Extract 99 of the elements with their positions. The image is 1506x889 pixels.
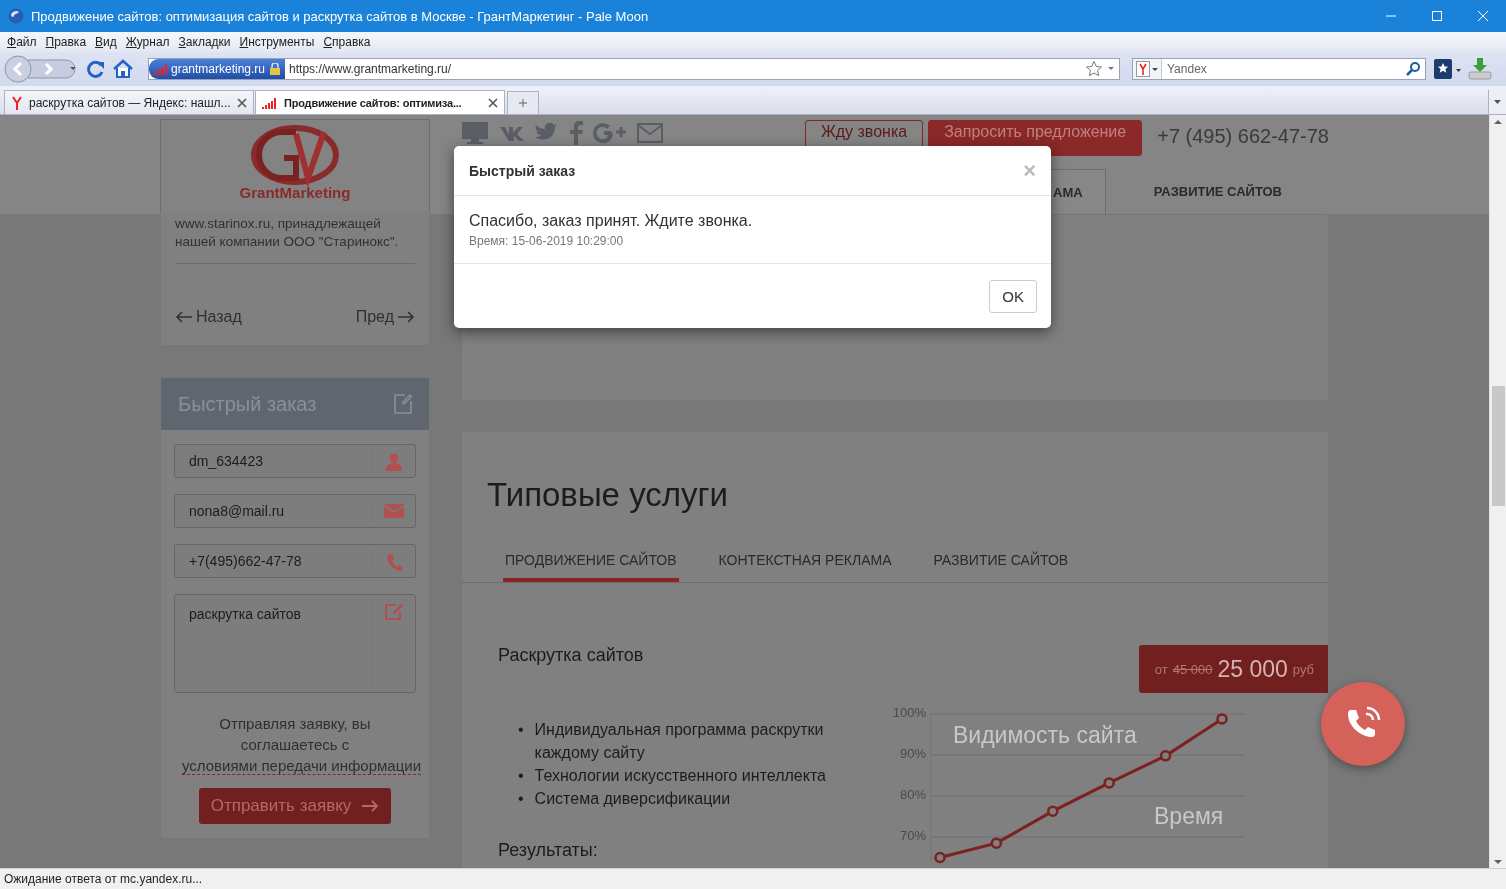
edit-icon [394, 394, 412, 414]
menu-item[interactable]: Файл [2, 35, 42, 49]
envelope-icon[interactable] [637, 123, 663, 143]
old-price: 45 000 [1172, 661, 1213, 677]
list-bullet: • [518, 720, 524, 740]
site-identity-button[interactable]: grantmarketing.ru [149, 59, 286, 79]
dialog-message: Спасибо, заказ принят. Ждите звонка. [469, 212, 754, 230]
phone-icon [386, 553, 402, 571]
menu-item[interactable]: Журнал [120, 35, 175, 49]
form-field[interactable]: +7(495)662-47-78 [174, 544, 416, 578]
bookmarks-icon[interactable] [1432, 57, 1462, 81]
data-point [990, 837, 1003, 849]
download-icon[interactable] [1468, 57, 1492, 81]
site-icon [11, 95, 23, 110]
caret-icon[interactable] [1494, 100, 1501, 104]
call-button[interactable] [1321, 682, 1405, 766]
menu-item[interactable]: Справка [318, 35, 376, 49]
signal-icon [153, 62, 167, 76]
data-point [1103, 777, 1115, 789]
search-input[interactable]: Yandex [1162, 61, 1403, 77]
forward-button[interactable] [27, 59, 76, 79]
back-link[interactable]: Назад [175, 308, 242, 326]
lock-icon [269, 63, 282, 75]
list-bullet: • [518, 789, 524, 809]
data-point [1216, 713, 1228, 725]
signal-icon [262, 95, 278, 110]
about-text: www.starinox.ru, принадлежащей нашей компании ООО "Старинокс". [175, 215, 415, 264]
person-icon [385, 453, 403, 471]
price-value: 25 000 [1217, 655, 1288, 683]
price-currency: руб [1292, 661, 1314, 677]
envelope-icon [384, 503, 404, 519]
caret-icon [1152, 67, 1158, 71]
axis-title: Время [1154, 803, 1224, 829]
axis-title: Видимость сайта [953, 722, 1137, 748]
social-icon[interactable] [593, 122, 627, 144]
edit-icon [384, 603, 404, 621]
data-point [1159, 750, 1172, 762]
browser-tab[interactable]: Продвижение сайтов: оптимиза... [255, 90, 505, 114]
feature-item: Система диверсификации [534, 789, 731, 809]
scrollbar-thumb[interactable] [1491, 386, 1505, 506]
scrollbar[interactable] [1489, 115, 1506, 868]
service-tab[interactable]: РАЗВИТИЕ САЙТОВ [931, 552, 1071, 582]
service-title: Раскрутка сайтов [498, 645, 645, 666]
logo-icon [250, 124, 340, 186]
submit-button[interactable]: Отправить заявку [198, 788, 392, 824]
browser-tab[interactable]: раскрутка сайтов — Яндекс: нашл... [4, 90, 254, 114]
data-point [1047, 805, 1059, 817]
scroll-up-icon[interactable] [1494, 119, 1502, 124]
tab-list-button[interactable] [1488, 90, 1506, 114]
terms-link[interactable]: условиями передачи информации [182, 757, 422, 775]
form-field[interactable]: dm_634423 [174, 444, 416, 478]
search-field[interactable]: Yandex [1132, 58, 1426, 80]
close-icon[interactable] [237, 97, 247, 108]
window-title: Продвижение сайтов: оптимизация сайтов и раскрутка сайтов в Москве - ГрантМаркетинг - Pale Moon [31, 8, 650, 24]
social-icon[interactable] [499, 125, 525, 141]
site-icon [1136, 61, 1150, 77]
section-title: Типовые услуги [486, 475, 729, 514]
service-tab[interactable]: ПРОДВИЖЕНИЕ САЙТОВ [503, 552, 679, 582]
search-engine-button[interactable] [1133, 59, 1162, 79]
close-icon[interactable] [488, 97, 498, 108]
input-field[interactable]: nona8@mail.ru [175, 495, 372, 527]
results-label: Результаты: [498, 840, 599, 861]
service-tab[interactable]: КОНТЕКСТНАЯ РЕКЛАМА [716, 552, 894, 582]
next-link[interactable]: Пред [355, 308, 415, 326]
scroll-down-icon[interactable] [1494, 860, 1502, 865]
input-field[interactable]: +7(495)662-47-78 [175, 545, 372, 577]
menu-item[interactable]: Вид [90, 35, 122, 49]
list-bullet: • [518, 766, 524, 786]
message-field[interactable]: раскрутка сайтов [175, 595, 372, 692]
menu-item[interactable]: Закладки [173, 35, 236, 49]
data-point [934, 851, 946, 864]
plus-icon[interactable] [518, 98, 528, 108]
right-arrow-icon [397, 311, 415, 323]
menu-item[interactable]: Инструменты [234, 35, 320, 49]
social-icon[interactable] [569, 121, 583, 145]
menu-item[interactable]: Правка [40, 35, 92, 49]
form-field[interactable]: nona8@mail.ru [174, 494, 416, 528]
monitor-icon[interactable] [461, 121, 489, 145]
form-field[interactable]: раскрутка сайтов [174, 594, 416, 693]
back-button[interactable] [4, 55, 32, 83]
input-field[interactable]: dm_634423 [175, 445, 372, 477]
star-icon[interactable] [1085, 60, 1103, 78]
nav-tab[interactable]: РАЗВИТИЕ САЙТОВ [1105, 169, 1329, 214]
home-icon[interactable] [112, 59, 134, 79]
phone-number: +7 (495) 662-47-78 [1157, 125, 1329, 148]
status-text: Ожидание ответа от mc.yandex.ru... [0, 868, 1506, 889]
logo-text: GrantMarketing [239, 184, 351, 201]
dialog-time: Время: 15-06-2019 10:29:00 [469, 234, 625, 248]
arrow-icon [361, 800, 380, 812]
feature-item: Индивидуальная программа раскрутки каждому сайту [534, 720, 825, 763]
address-field[interactable]: grantmarketing.ru https://www.grantmarketing.ru/ [148, 58, 1120, 80]
globe-icon [8, 8, 24, 24]
price-prefix: от [1154, 661, 1168, 677]
new-tab-button[interactable] [507, 91, 539, 114]
dialog-title: Быстрый заказ [469, 162, 576, 179]
reload-icon[interactable] [86, 59, 106, 79]
left-arrow-icon [175, 311, 193, 323]
feature-item: Технологии искусственного интеллекта [534, 766, 826, 786]
ok-button[interactable]: OK [989, 280, 1037, 313]
